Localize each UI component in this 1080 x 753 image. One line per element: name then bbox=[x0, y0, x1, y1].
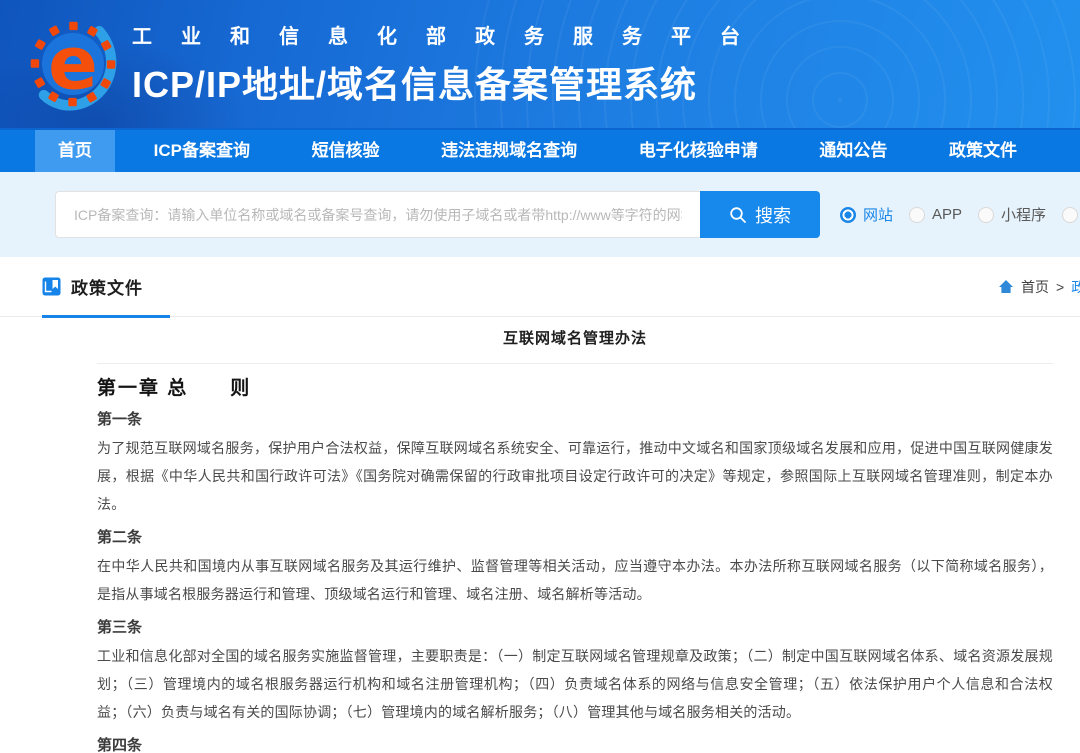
nav-item-sms-verify[interactable]: 短信核验 bbox=[289, 130, 403, 172]
search-button[interactable]: 搜索 bbox=[700, 191, 820, 238]
nav-item-icp-query[interactable]: ICP备案查询 bbox=[131, 130, 273, 172]
clause-1-heading: 第一条 bbox=[97, 406, 1053, 434]
active-tab-underline bbox=[42, 315, 170, 318]
search-input[interactable] bbox=[55, 191, 700, 238]
radio-miniprogram[interactable]: 小程序 bbox=[978, 204, 1046, 225]
section-tab-policy-files[interactable]: 政策文件 bbox=[42, 274, 143, 299]
breadcrumb-separator: > bbox=[1056, 279, 1064, 295]
system-title: ICP/IP地址/域名信息备案管理系统 bbox=[132, 56, 769, 108]
article-title: 互联网域名管理办法 bbox=[97, 331, 1053, 347]
clause-2-heading: 第二条 bbox=[97, 524, 1053, 552]
search-icon bbox=[729, 206, 747, 224]
radio-unselected-icon bbox=[1062, 207, 1078, 223]
clause-1-text: 为了规范互联网域名服务，保护用户合法权益，保障互联网域名系统安全、可靠运行，推动… bbox=[97, 434, 1053, 518]
section-title: 政策文件 bbox=[71, 274, 143, 299]
breadcrumb-current[interactable]: 政策文件 bbox=[1071, 277, 1080, 297]
search-button-label: 搜索 bbox=[755, 202, 791, 228]
nav-item-illegal-domain-query[interactable]: 违法违规域名查询 bbox=[418, 130, 600, 172]
search-section: 搜索 网站 APP 小程序 快应用 bbox=[0, 172, 1080, 257]
chapter-heading: 第一章 总 则 bbox=[97, 378, 1053, 400]
header-titles: 工业和信息化部政务服务平台 ICP/IP地址/域名信息备案管理系统 bbox=[132, 20, 769, 108]
nav-item-notices[interactable]: 通知公告 bbox=[796, 130, 910, 172]
radio-selected-icon bbox=[840, 207, 856, 223]
policy-article: 互联网域名管理办法 第一章 总 则 第一条 为了规范互联网域名服务，保护用户合法… bbox=[0, 317, 1080, 753]
content-area: 政策文件 首页 > 政策文件 互联网域名管理办法 第一章 总 则 第一条 为了规… bbox=[0, 257, 1080, 753]
clause-3-heading: 第三条 bbox=[97, 614, 1053, 642]
platform-title: 工业和信息化部政务服务平台 bbox=[132, 20, 769, 49]
breadcrumb: 首页 > 政策文件 bbox=[998, 277, 1080, 297]
clause-3: 第三条 工业和信息化部对全国的域名服务实施监督管理，主要职责是：（一）制定互联网… bbox=[97, 614, 1053, 726]
clause-2-text: 在中华人民共和国境内从事互联网域名服务及其运行维护、监督管理等相关活动，应当遵守… bbox=[97, 552, 1053, 608]
clause-3-text: 工业和信息化部对全国的域名服务实施监督管理，主要职责是：（一）制定互联网域名管理… bbox=[97, 642, 1053, 726]
main-nav: 首页 ICP备案查询 短信核验 违法违规域名查询 电子化核验申请 通知公告 政策… bbox=[0, 128, 1080, 172]
radio-quickapp[interactable]: 快应用 bbox=[1062, 204, 1080, 225]
radio-app[interactable]: APP bbox=[909, 206, 962, 223]
svg-text:e: e bbox=[48, 21, 98, 106]
nav-item-home[interactable]: 首页 bbox=[35, 130, 115, 172]
radio-website[interactable]: 网站 bbox=[840, 204, 893, 225]
nav-item-policy-files[interactable]: 政策文件 bbox=[926, 130, 1040, 172]
radio-unselected-icon bbox=[909, 207, 925, 223]
clause-2: 第二条 在中华人民共和国境内从事互联网域名服务及其运行维护、监督管理等相关活动，… bbox=[97, 524, 1053, 608]
search-box: 搜索 bbox=[55, 191, 820, 238]
clause-4-heading: 第四条 bbox=[97, 732, 1053, 753]
clause-4: 第四条 各省、自治区、直辖市通信管理局对本行政区域内的域名服务实施监督管理，主要… bbox=[97, 732, 1053, 753]
site-header: e 工业和信息化部政务服务平台 ICP/IP地址/域名信息备案管理系统 bbox=[0, 0, 1080, 128]
search-type-radio-group: 网站 APP 小程序 快应用 bbox=[840, 204, 1080, 225]
policy-book-icon bbox=[42, 277, 61, 296]
title-divider bbox=[97, 363, 1053, 364]
section-header-row: 政策文件 首页 > 政策文件 bbox=[0, 257, 1080, 317]
miit-gear-e-logo: e bbox=[26, 11, 120, 117]
clause-1: 第一条 为了规范互联网域名服务，保护用户合法权益，保障互联网域名系统安全、可靠运… bbox=[97, 406, 1053, 518]
home-icon bbox=[998, 279, 1014, 294]
breadcrumb-home[interactable]: 首页 bbox=[1021, 277, 1049, 297]
radio-unselected-icon bbox=[978, 207, 994, 223]
nav-item-e-verification[interactable]: 电子化核验申请 bbox=[616, 130, 781, 172]
